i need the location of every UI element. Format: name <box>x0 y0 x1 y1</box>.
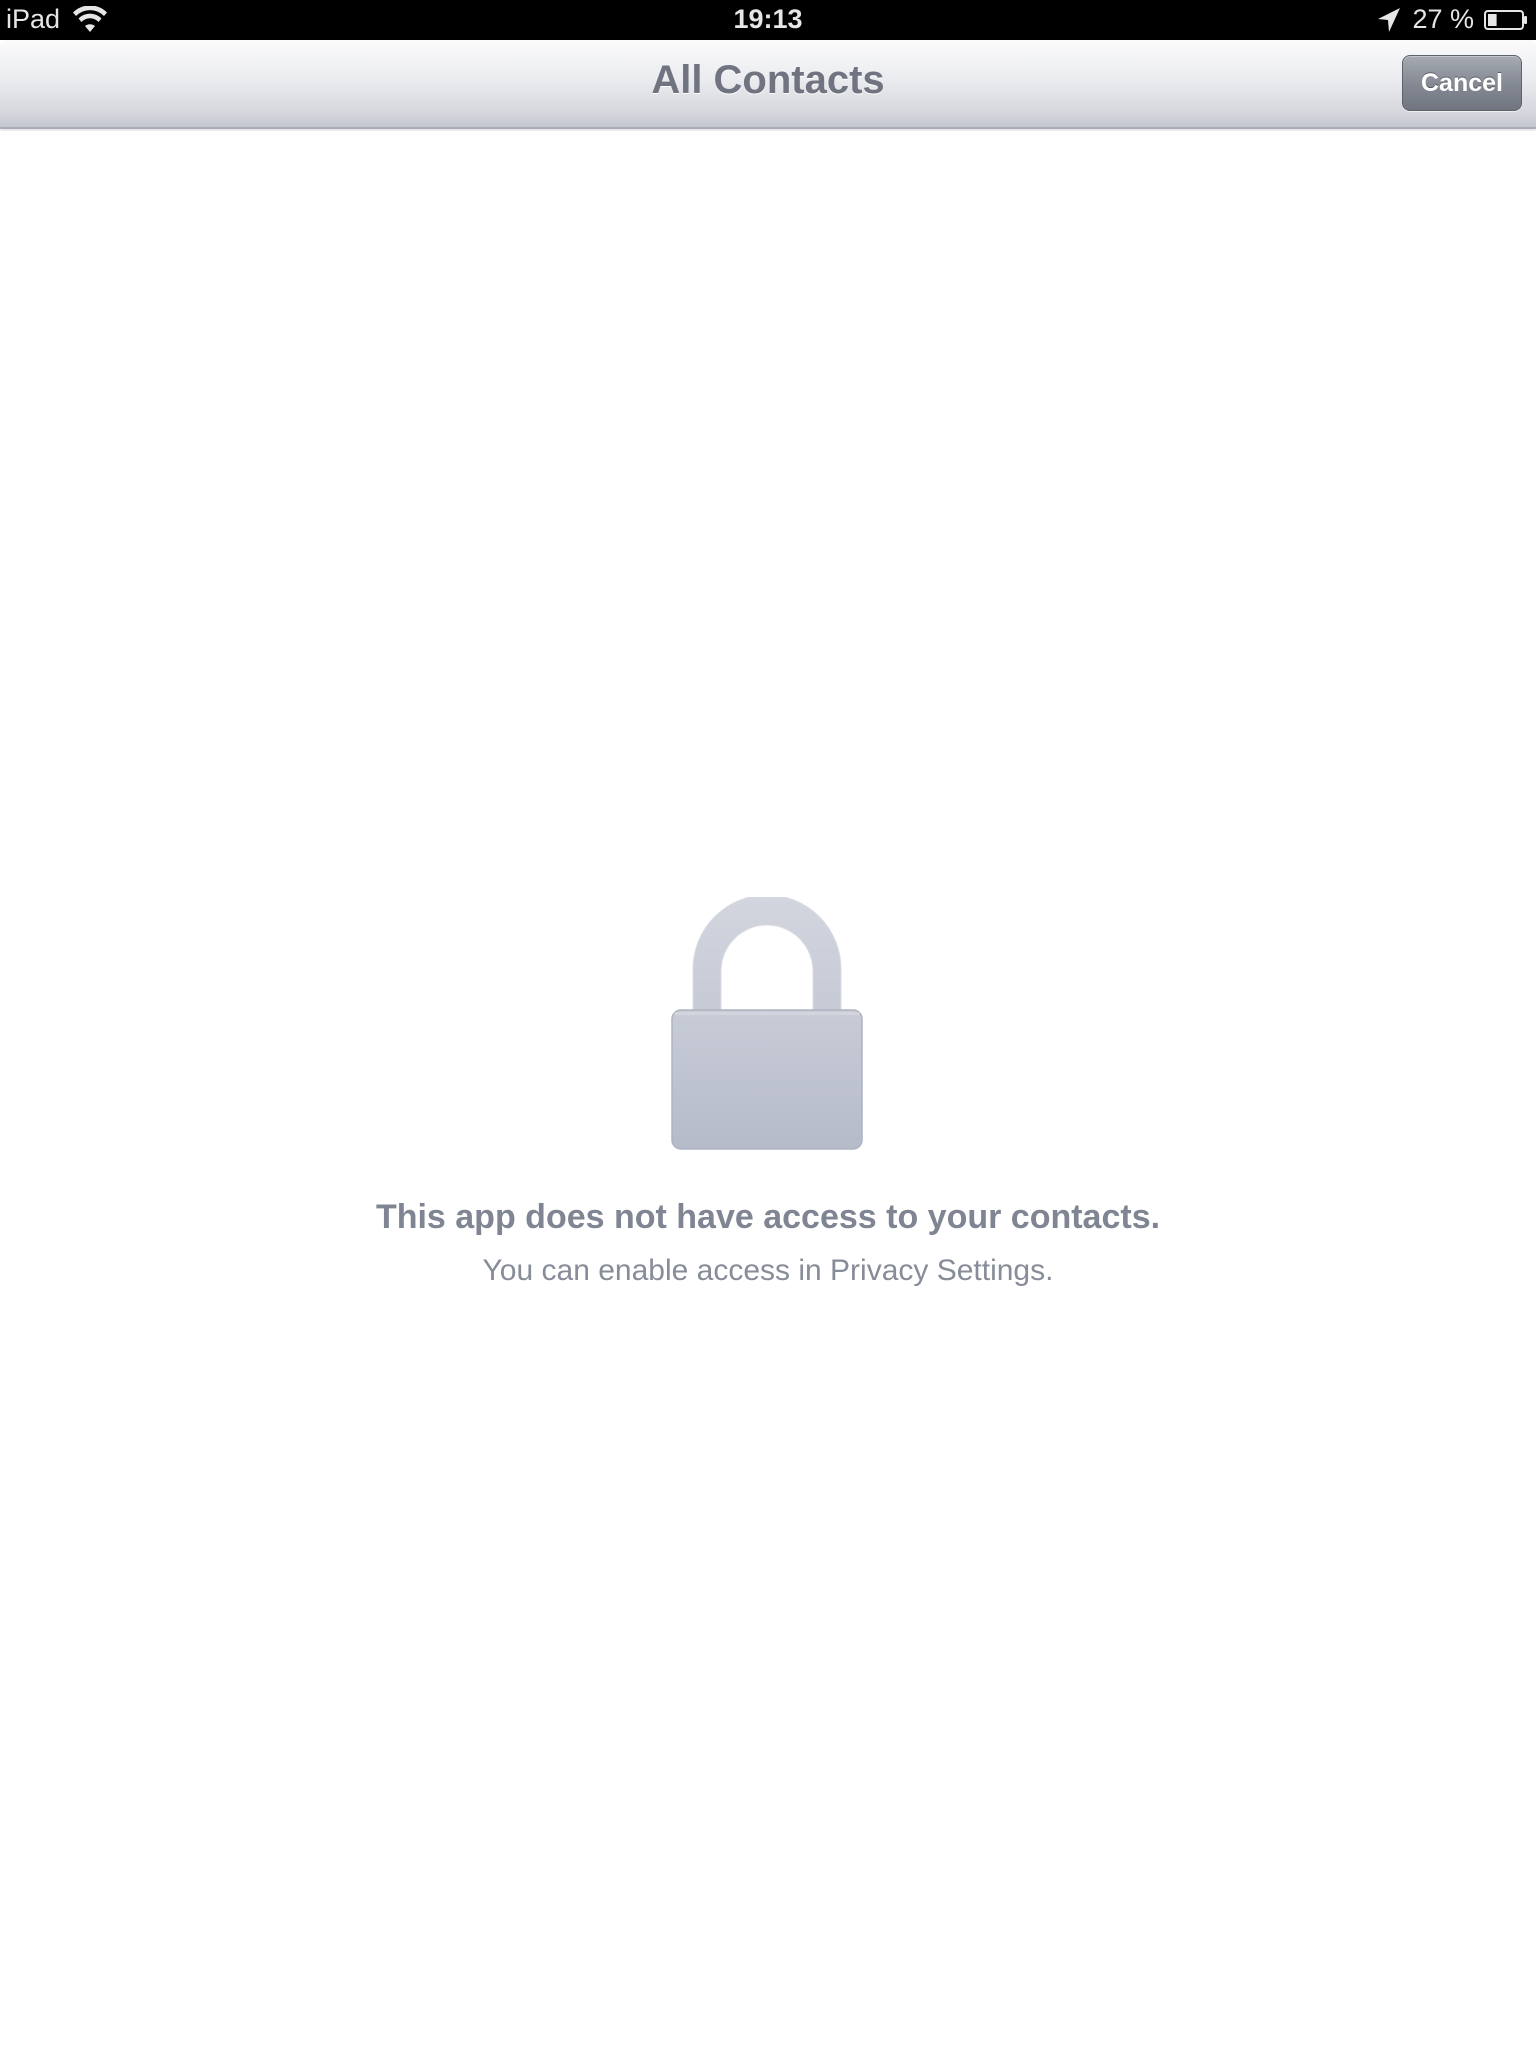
lock-icon <box>671 897 863 1150</box>
status-bar-right: 27 % <box>1376 4 1528 35</box>
access-denied-subtitle: You can enable access in Privacy Setting… <box>482 1254 1054 1287</box>
cancel-button[interactable]: Cancel <box>1402 55 1522 111</box>
location-arrow-icon <box>1378 7 1401 32</box>
status-time: 19:13 <box>733 4 803 34</box>
status-bar: iPad 19:13 27 % <box>0 0 1536 40</box>
access-denied-title: This app does not have access to your co… <box>375 1198 1161 1236</box>
battery-icon <box>1484 9 1527 30</box>
battery-percent: 27 % <box>1412 4 1474 34</box>
page-title: All Contacts <box>651 58 885 102</box>
navigation-bar: All Contacts Cancel <box>0 40 1536 129</box>
